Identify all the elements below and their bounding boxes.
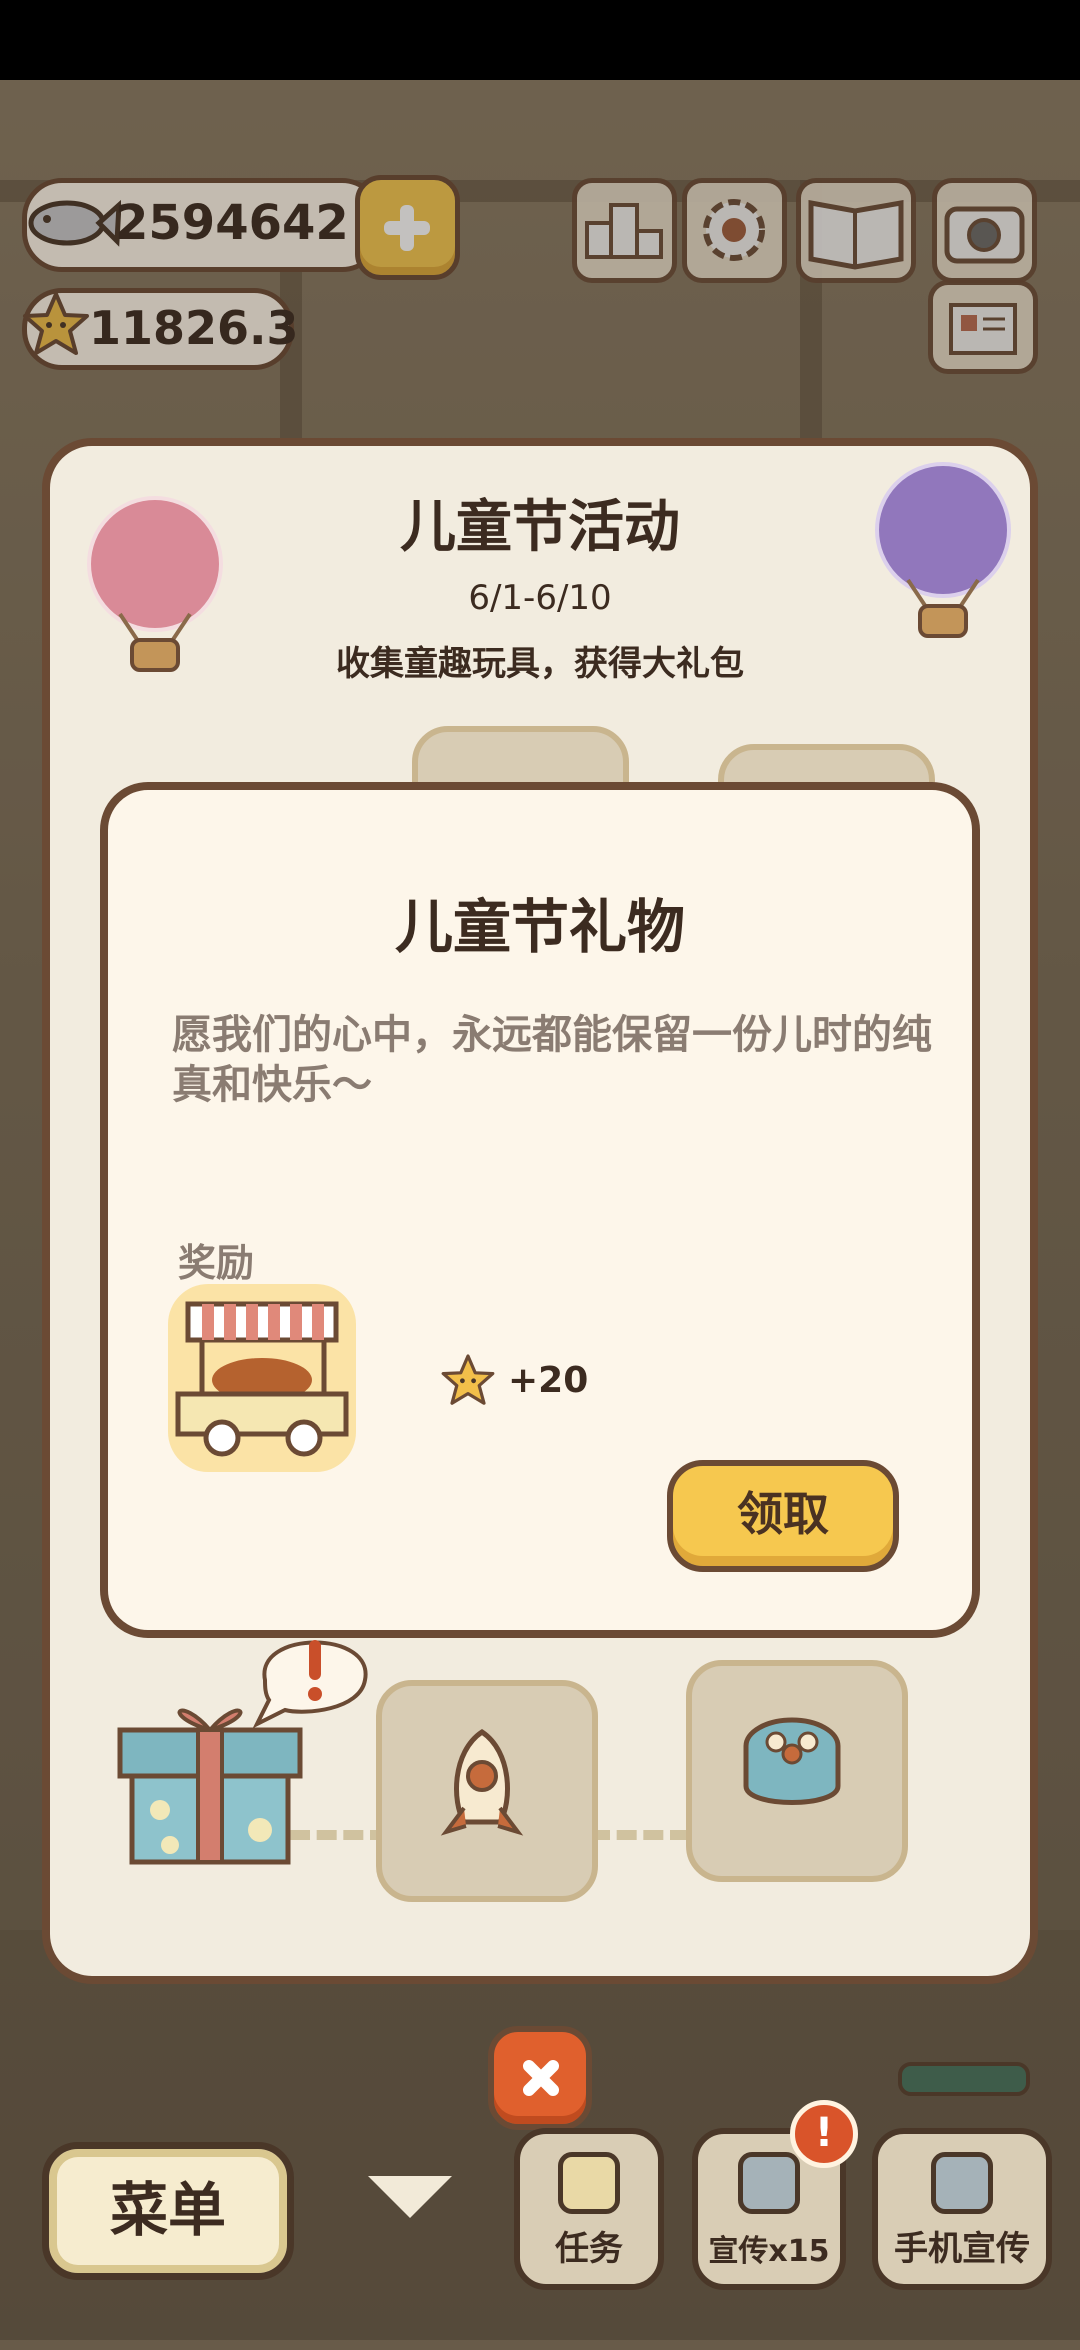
flyer-icon bbox=[738, 2152, 800, 2214]
tasks-label: 任务 bbox=[555, 2229, 623, 2269]
notification-badge: ! bbox=[790, 2100, 858, 2168]
event-title: 儿童节活动 bbox=[400, 495, 680, 560]
tasks-button[interactable]: 任务 bbox=[514, 2128, 664, 2290]
phone-promote-button[interactable]: 手机宣传 bbox=[872, 2128, 1052, 2290]
reward-star-amount: +20 bbox=[508, 1360, 589, 1401]
close-icon[interactable] bbox=[488, 2026, 592, 2130]
phone-icon bbox=[931, 2152, 993, 2214]
down-arrow-icon[interactable] bbox=[368, 2176, 452, 2218]
reward-item bbox=[168, 1284, 356, 1472]
toy-slot-cake[interactable] bbox=[686, 1660, 908, 1882]
event-description: 收集童趣玩具，获得大礼包 bbox=[336, 644, 744, 684]
status-bar bbox=[0, 0, 1080, 80]
event-dates: 6/1-6/10 bbox=[468, 578, 612, 618]
dialog-message: 愿我们的心中，永远都能保留一份儿时的纯真和快乐～ bbox=[172, 1012, 932, 1108]
progress-bar bbox=[898, 2062, 1030, 2096]
rocket-toy-icon bbox=[440, 1728, 524, 1836]
cake-toy-icon bbox=[743, 1717, 841, 1805]
phone-promote-label: 手机宣传 bbox=[894, 2229, 1030, 2269]
menu-button[interactable]: 菜单 bbox=[42, 2142, 294, 2280]
reward-label: 奖励 bbox=[178, 1241, 255, 1285]
claim-button[interactable]: 领取 bbox=[667, 1460, 899, 1572]
star-icon bbox=[441, 1354, 495, 1405]
promote-label: 宣传x15 bbox=[708, 2234, 830, 2269]
path-dots bbox=[590, 1830, 690, 1840]
toy-slot-rocket[interactable] bbox=[376, 1680, 598, 1902]
dialog-title: 儿童节礼物 bbox=[394, 893, 685, 961]
checklist-icon bbox=[558, 2152, 620, 2214]
food-cart-icon bbox=[175, 1301, 349, 1457]
